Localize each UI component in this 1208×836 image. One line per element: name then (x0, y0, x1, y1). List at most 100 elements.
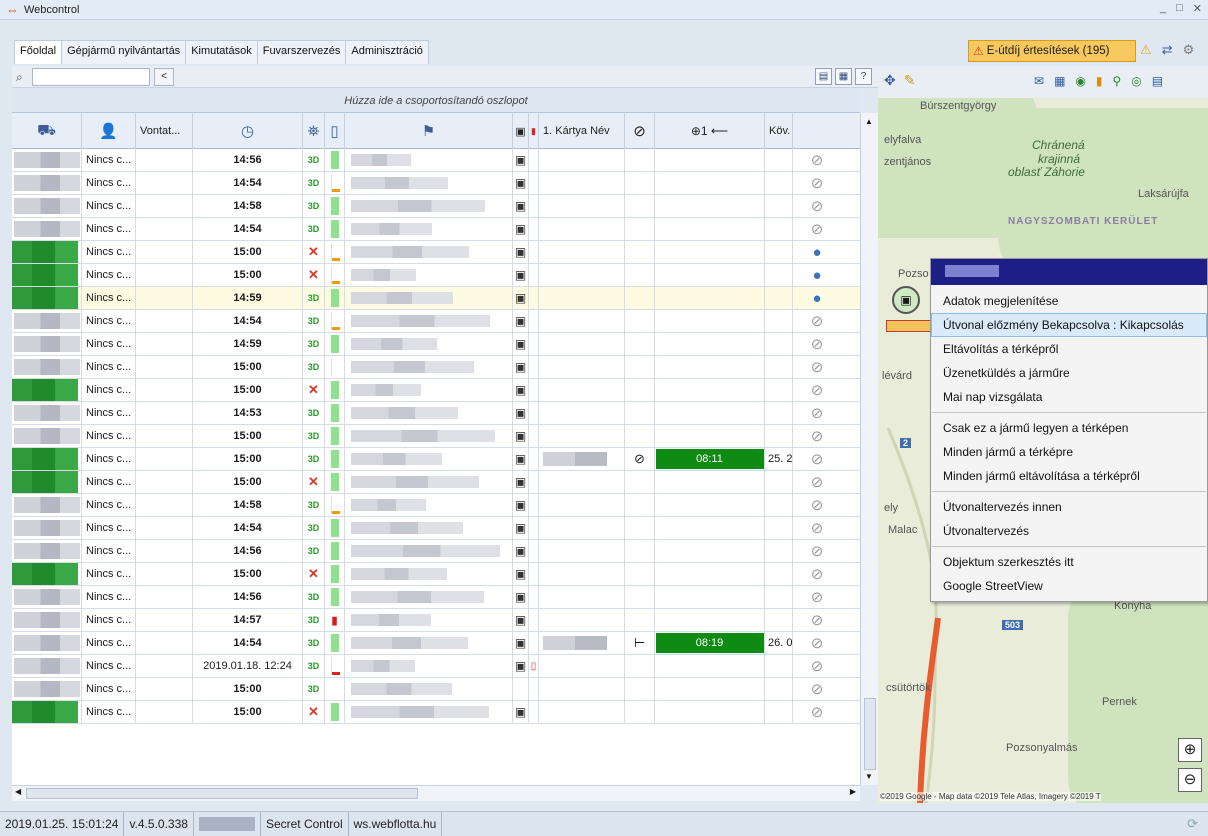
search-input[interactable] (32, 68, 150, 86)
table-row[interactable]: Nincs c... 15:00 3D ⊘ (12, 678, 860, 701)
table-row[interactable]: Nincs c... 15:00 ✕ ▣ ● (12, 264, 860, 287)
table-row[interactable]: Nincs c... 14:56 3D ▣ ⊘ (12, 149, 860, 172)
header-vehicle[interactable]: ⛟ (12, 113, 82, 149)
table-row[interactable]: Nincs c... 15:00 ✕ ▣ ⊘ (12, 471, 860, 494)
close-button[interactable]: ✕ (1193, 2, 1202, 15)
table-row[interactable]: Nincs c... 14:58 3D ▣ ⊘ (12, 494, 860, 517)
map-visibility-icon[interactable]: ⊘ (793, 195, 841, 217)
eutdij-alerts-button[interactable]: ⚠ E-útdíj értesítések (195) (968, 40, 1136, 62)
table-row[interactable]: Nincs c... 15:00 3D ▣ ⊘ (12, 425, 860, 448)
menu-item-send-message[interactable]: Üzenetküldés a járműre (931, 361, 1207, 385)
menu-item-edit-object[interactable]: Objektum szerkesztés itt (931, 550, 1207, 574)
map-visibility-icon[interactable]: ⊘ (793, 379, 841, 401)
menu-item-all-vehicles-on-map[interactable]: Minden jármű a térképre (931, 440, 1207, 464)
header-time[interactable]: ◷ (193, 113, 303, 149)
table-row[interactable]: Nincs c... 15:00 ✕ ▣ ⊘ (12, 379, 860, 402)
menu-item-route-plan-from-here[interactable]: Útvonaltervezés innen (931, 495, 1207, 519)
table-row[interactable]: Nincs c... 15:00 ✕ ▣ ⊘ (12, 563, 860, 586)
map-visibility-icon[interactable]: ● (793, 241, 841, 263)
ruler-icon[interactable]: ✎ (904, 72, 916, 89)
table-row[interactable]: Nincs c... 14:54 3D ▣ ⊘ (12, 218, 860, 241)
map-visibility-icon[interactable]: ⊘ (793, 655, 841, 677)
map-visibility-icon[interactable]: ⊘ (793, 563, 841, 585)
table-row[interactable]: Nincs c... 14:54 3D ▣ ⊘ (12, 517, 860, 540)
map-visibility-icon[interactable]: ⊘ (793, 149, 841, 171)
group-by-panel[interactable]: Húzza ide a csoportosítandó oszlopot (12, 90, 860, 113)
calendar-icon[interactable]: ▦ (1054, 74, 1065, 88)
map-visibility-icon[interactable]: ● (793, 264, 841, 286)
vehicle-marker-icon[interactable]: ▣ (892, 286, 920, 314)
vertical-scroll-thumb[interactable] (864, 698, 876, 770)
map-visibility-icon[interactable]: ⊘ (793, 632, 841, 654)
map-visibility-icon[interactable]: ⊘ (793, 425, 841, 447)
header-truck[interactable]: ▣ (513, 113, 529, 149)
grid-horizontal-scrollbar[interactable]: ◀ ▶ (12, 785, 860, 801)
table-row[interactable]: Nincs c... 15:00 3D ▣ ⊘ (12, 356, 860, 379)
tab-fuvarszervezes[interactable]: Fuvarszervezés (256, 40, 347, 64)
refresh-icon[interactable]: ⇄ (1162, 42, 1173, 58)
minimize-button[interactable]: _ (1160, 2, 1166, 15)
maximize-button[interactable]: □ (1176, 2, 1183, 15)
chart-icon[interactable]: ▮ (1096, 74, 1103, 88)
vehicle-marker-label[interactable] (886, 320, 932, 332)
warning-icon[interactable]: ⚠ (1140, 42, 1152, 58)
table-row[interactable]: Nincs c... 14:54 3D ▣ ⊘ (12, 172, 860, 195)
header-vontato[interactable]: Vontat... (136, 113, 193, 149)
header-map-visible[interactable] (793, 113, 841, 149)
header-driver[interactable]: 👤 (82, 113, 136, 149)
menu-item-route-plan[interactable]: Útvonaltervezés (931, 519, 1207, 543)
menu-item-streetview[interactable]: Google StreetView (931, 574, 1207, 598)
grid-vertical-scrollbar[interactable]: ▲ ▼ (860, 113, 878, 785)
move-icon[interactable]: ✥ (884, 72, 896, 89)
table-row[interactable]: Nincs c... 15:00 3D ▣ ⊘ 08:11 25. 2 ⊘ (12, 448, 860, 471)
map-visibility-icon[interactable]: ⊘ (793, 540, 841, 562)
table-row[interactable]: Nincs c... 14:57 3D ▮ ▣ ⊘ (12, 609, 860, 632)
zoom-out-button[interactable]: ⊖ (1178, 768, 1202, 792)
scroll-up-icon[interactable]: ▲ (865, 117, 873, 126)
scroll-right-icon[interactable]: ▶ (850, 787, 856, 796)
map-visibility-icon[interactable]: ⊘ (793, 402, 841, 424)
menu-item-show-data[interactable]: Adatok megjelenítése (931, 289, 1207, 313)
menu-item-only-this-vehicle[interactable]: Csak ez a jármű legyen a térképen (931, 416, 1207, 440)
header-fuel[interactable]: ▮ (529, 113, 539, 149)
table-row[interactable]: Nincs c... 14:53 3D ▣ ⊘ (12, 402, 860, 425)
header-kov[interactable]: Köv. (765, 113, 793, 149)
layers-icon[interactable]: ▤ (1152, 74, 1163, 88)
route-icon[interactable]: ⚲ (1113, 74, 1122, 88)
header-card-name[interactable]: 1. Kártya Név (539, 113, 625, 149)
header-battery[interactable]: ▯ (325, 113, 345, 149)
scroll-left-icon[interactable]: ◀ (15, 787, 21, 796)
table-row[interactable]: Nincs c... 14:56 3D ▣ ⊘ (12, 540, 860, 563)
gear-icon[interactable]: ⚙ (1183, 42, 1195, 58)
table-row[interactable]: Nincs c... 15:00 ✕ ▣ ● (12, 241, 860, 264)
eye-icon[interactable]: ◎ (1131, 74, 1141, 88)
map-visibility-icon[interactable]: ● (793, 287, 841, 309)
map-visibility-icon[interactable]: ⊘ (793, 172, 841, 194)
zoom-in-button[interactable]: ⊕ (1178, 738, 1202, 762)
map-visibility-icon[interactable]: ⊘ (793, 609, 841, 631)
map-visibility-icon[interactable]: ⊘ (793, 471, 841, 493)
tab-fooldal[interactable]: Főoldal (14, 40, 63, 64)
menu-item-remove-from-map[interactable]: Eltávolítás a térképről (931, 337, 1207, 361)
scroll-down-icon[interactable]: ▼ (865, 772, 873, 781)
tab-gepjarmu[interactable]: Gépjármű nyilvántartás (61, 40, 187, 64)
history-icon[interactable]: ◉ (1075, 74, 1085, 88)
map-visibility-icon[interactable]: ⊘ (793, 494, 841, 516)
map-visibility-icon[interactable]: ⊘ (793, 448, 841, 470)
table-row[interactable]: Nincs c... 2019.01.18. 12:24 3D ▣ ▯ ⊘ (12, 655, 860, 678)
envelope-icon[interactable]: ✉ (1034, 74, 1044, 88)
header-address[interactable]: ⚑ (345, 113, 513, 149)
map-visibility-icon[interactable]: ⊘ (793, 517, 841, 539)
map-visibility-icon[interactable]: ⊘ (793, 356, 841, 378)
map-visibility-icon[interactable]: ⊘ (793, 701, 841, 723)
map-visibility-icon[interactable]: ⊘ (793, 310, 841, 332)
table-row[interactable]: Nincs c... 15:00 ✕ ▣ ⊘ (12, 701, 860, 724)
tab-kimutatasok[interactable]: Kimutatások (185, 40, 258, 64)
menu-item-route-history[interactable]: Útvonal előzmény Bekapcsolva : Kikapcsol… (931, 313, 1207, 337)
export-icon[interactable]: ▦ (835, 68, 852, 85)
table-row[interactable]: Nincs c... 14:54 3D ▣ ⊘ (12, 310, 860, 333)
header-drive-time[interactable]: ⊕1 ⟵ (655, 113, 765, 149)
table-row[interactable]: Nincs c... 14:56 3D ▣ ⊘ (12, 586, 860, 609)
help-icon[interactable]: ? (855, 68, 872, 85)
table-row[interactable]: Nincs c... 14:59 3D ▣ ⊘ (12, 333, 860, 356)
